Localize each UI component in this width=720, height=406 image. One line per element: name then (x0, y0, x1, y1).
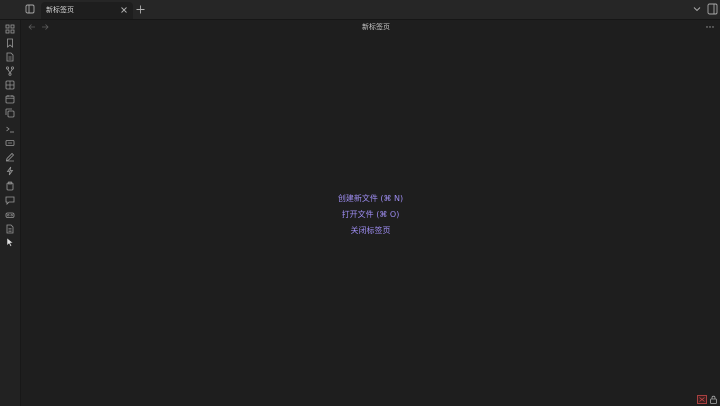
create-new-file-link[interactable]: 创建新文件 (⌘ N) (280, 194, 461, 204)
chat-icon[interactable] (5, 195, 15, 205)
tab-title: 新标签页 (46, 6, 74, 14)
fork-icon[interactable] (5, 66, 15, 76)
cursor-icon (5, 237, 15, 247)
bookmark-icon[interactable] (5, 38, 15, 48)
bolt-icon[interactable] (5, 166, 15, 176)
new-tab-plus-icon[interactable] (135, 4, 146, 15)
window-restore-icon[interactable] (707, 3, 718, 15)
page-title: 新标签页 (362, 23, 390, 31)
calendar-icon[interactable] (5, 94, 15, 104)
tab-bar: 新标签页 (0, 0, 720, 20)
keyboard-icon[interactable] (5, 138, 15, 148)
close-icon[interactable] (119, 5, 129, 15)
close-tab-link[interactable]: 关闭标签页 (280, 226, 461, 236)
clipboard-icon[interactable] (5, 181, 15, 191)
more-options-icon[interactable] (705, 22, 715, 32)
vr-icon[interactable] (5, 210, 15, 220)
pen-icon[interactable] (5, 152, 15, 162)
tab-new-tab[interactable]: 新标签页 (41, 2, 133, 19)
file-icon[interactable] (5, 52, 15, 62)
lock-icon[interactable] (709, 395, 718, 404)
chevron-down-icon[interactable] (692, 4, 702, 14)
sidebar-toggle-icon[interactable] (25, 4, 35, 14)
document-icon[interactable] (5, 224, 15, 234)
view-header: 新标签页 (21, 20, 720, 34)
ribbon (0, 20, 21, 406)
open-file-link[interactable]: 打开文件 (⌘ O) (280, 210, 461, 220)
terminal-icon[interactable] (5, 124, 15, 134)
copy-icon[interactable] (5, 108, 15, 118)
dashboard-icon[interactable] (5, 80, 15, 90)
app-window: 新标签页 新标签页 创建新文件 (⌘ N) 打开文件 (⌘ O) 关闭标签页 (0, 0, 720, 406)
empty-state: 创建新文件 (⌘ N) 打开文件 (⌘ O) 关闭标签页 (280, 194, 461, 242)
grid-icon[interactable] (5, 24, 15, 34)
sync-status-icon[interactable] (697, 395, 707, 404)
